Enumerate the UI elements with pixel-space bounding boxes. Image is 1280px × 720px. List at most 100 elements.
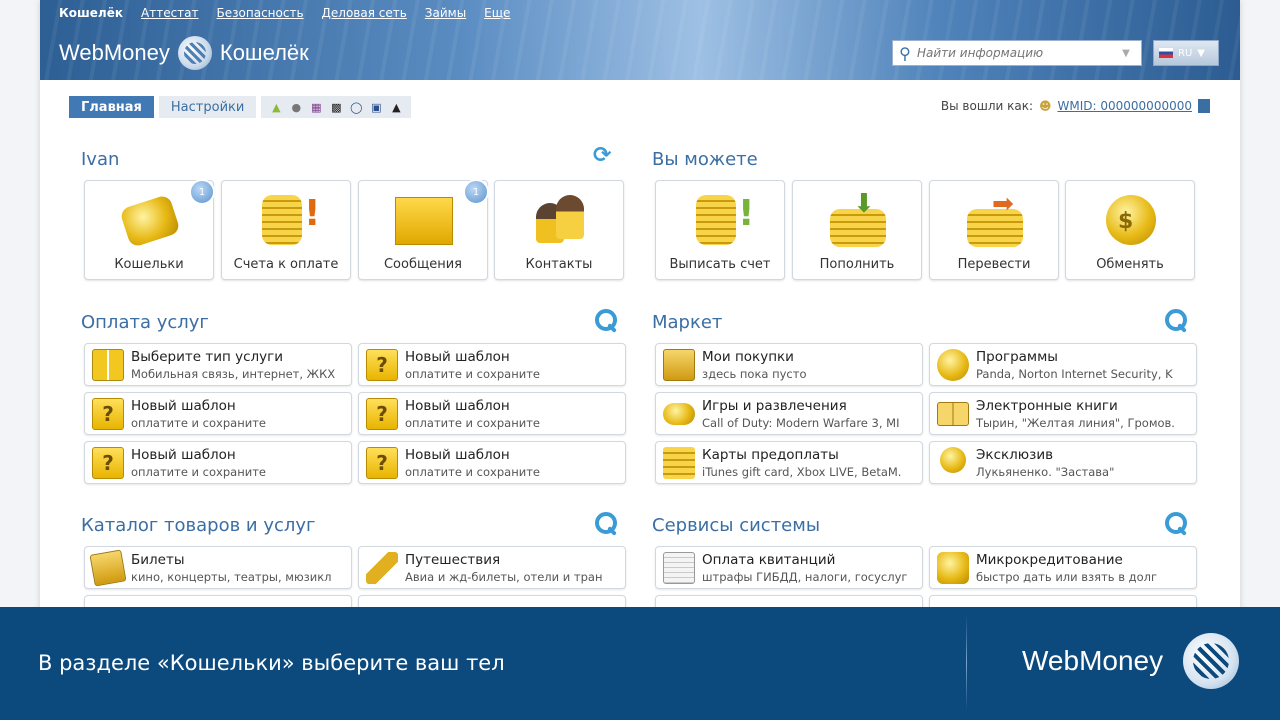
- tile-subtitle: оплатите и сохраните: [405, 367, 540, 381]
- tile-label: Сообщения: [383, 257, 462, 272]
- topnav-business-network[interactable]: Деловая сеть: [322, 6, 407, 20]
- wallet-icon: [119, 193, 181, 249]
- market-my-purchases[interactable]: Мои покупки здесь пока пусто: [655, 343, 923, 386]
- search-box: ⚲ ▼: [892, 40, 1142, 66]
- section-title-services: Оплата услуг: [81, 312, 209, 333]
- search-input[interactable]: [917, 46, 1117, 60]
- service-template[interactable]: ? Новый шаблон оплатите и сохраните: [358, 392, 626, 435]
- tile-title: Новый шаблон: [405, 447, 510, 463]
- tab-main[interactable]: Главная: [69, 96, 154, 118]
- disc-icon: [937, 349, 969, 381]
- tile-title: Микрокредитование: [976, 552, 1123, 568]
- tile-label: Контакты: [525, 257, 593, 272]
- divider: [966, 615, 967, 710]
- arrow-down-icon: ⬇: [853, 189, 875, 219]
- login-label: Вы вошли как:: [940, 99, 1033, 113]
- search-icon[interactable]: [593, 510, 619, 536]
- tile-title: Оплата квитанций: [702, 552, 836, 568]
- purchases-icon: [663, 349, 695, 381]
- receipt-icon: [663, 552, 695, 584]
- catalog-tickets[interactable]: Билеты кино, концерты, театры, мюзикл: [84, 546, 352, 589]
- windows-mobile-icon[interactable]: ▣: [369, 100, 383, 114]
- topnav-security[interactable]: Безопасность: [217, 6, 304, 20]
- tile-issue-invoice[interactable]: ! Выписать счет: [655, 180, 785, 280]
- market-ebooks[interactable]: Электронные книги Тырин, "Желтая линия",…: [929, 392, 1197, 435]
- topnav-wallet[interactable]: Кошелёк: [59, 6, 123, 20]
- topnav-loans[interactable]: Займы: [425, 6, 466, 20]
- contacts-icon: [532, 193, 588, 247]
- search-icon[interactable]: [1163, 307, 1189, 333]
- tile-title: Выберите тип услуги: [131, 349, 284, 365]
- android-icon[interactable]: ▲: [269, 100, 283, 114]
- market-programs[interactable]: Программы Panda, Norton Internet Securit…: [929, 343, 1197, 386]
- tile-subtitle: оплатите и сохраните: [131, 416, 266, 430]
- system-microcredit[interactable]: Микрокредитование быстро дать или взять …: [929, 546, 1197, 589]
- windows-icon[interactable]: ▦: [309, 100, 323, 114]
- logo[interactable]: WebMoney Кошелёк: [59, 36, 309, 70]
- refresh-icon[interactable]: ⟳: [593, 143, 611, 168]
- tab-bar: Главная Настройки ▲ ● ▦ ▩ ◯ ▣ ▲: [69, 96, 412, 118]
- tab-settings[interactable]: Настройки: [158, 96, 257, 118]
- tile-contacts[interactable]: Контакты: [494, 180, 624, 280]
- chevron-down-icon[interactable]: ▼: [1117, 48, 1135, 59]
- tile-title: Новый шаблон: [131, 447, 236, 463]
- blackberry-icon[interactable]: ▩: [329, 100, 343, 114]
- tile-label: Выписать счет: [669, 257, 771, 272]
- ticket-icon: [89, 549, 127, 587]
- market-prepaid-cards[interactable]: Карты предоплаты iTunes gift card, Xbox …: [655, 441, 923, 484]
- linux-icon[interactable]: ▲: [389, 100, 403, 114]
- section-title-market: Маркет: [652, 312, 723, 333]
- service-template[interactable]: ? Новый шаблон оплатите и сохраните: [84, 392, 352, 435]
- catalog-travel[interactable]: Путешествия Авиа и жд-билеты, отели и тр…: [358, 546, 626, 589]
- arrow-right-icon: ➡: [992, 189, 1014, 219]
- tile-subtitle: Panda, Norton Internet Security, K: [976, 367, 1173, 381]
- coins-exclamation-icon: [262, 195, 302, 245]
- messages-badge: 1: [463, 179, 489, 205]
- caption-brand: WebMoney: [1022, 645, 1164, 676]
- tile-wallets[interactable]: 1 Кошельки: [84, 179, 215, 280]
- tile-title: Новый шаблон: [131, 398, 236, 414]
- logout-icon[interactable]: [1198, 99, 1210, 113]
- opera-icon[interactable]: ◯: [349, 100, 363, 114]
- market-games[interactable]: Игры и развлечения Call of Duty: Modern …: [655, 392, 923, 435]
- award-icon: [940, 447, 966, 473]
- system-receipts[interactable]: Оплата квитанций штрафы ГИБДД, налоги, г…: [655, 546, 923, 589]
- service-template[interactable]: ? Новый шаблон оплатите и сохраните: [358, 343, 626, 386]
- tile-top-up[interactable]: ⬇ Пополнить: [792, 180, 922, 280]
- tile-messages[interactable]: 1 Сообщения: [358, 179, 489, 280]
- tile-title: Эксклюзив: [976, 447, 1054, 463]
- platform-icons: ▲ ● ▦ ▩ ◯ ▣ ▲: [261, 96, 412, 118]
- topnav-passport[interactable]: Аттестат: [141, 6, 199, 20]
- tile-transfer[interactable]: ➡ Перевести: [929, 180, 1059, 280]
- logo-product: Кошелёк: [219, 40, 309, 65]
- tile-exchange[interactable]: $ Обменять: [1065, 180, 1195, 280]
- microcredit-icon: [937, 552, 969, 584]
- section-title-user: Ivan: [81, 149, 120, 170]
- search-icon[interactable]: [1163, 510, 1189, 536]
- russia-flag-icon: [1159, 48, 1173, 58]
- apple-icon[interactable]: ●: [289, 100, 303, 114]
- wmid-link[interactable]: WMID: 000000000000: [1058, 99, 1192, 113]
- question-icon: ?: [366, 447, 398, 479]
- language-selector[interactable]: RU ▼: [1153, 40, 1219, 66]
- webmoney-globe-icon: [1183, 633, 1239, 689]
- service-template[interactable]: ? Новый шаблон оплатите и сохраните: [84, 441, 352, 484]
- tile-label: Обменять: [1096, 257, 1164, 272]
- service-choose-type[interactable]: Выберите тип услуги Мобильная связь, инт…: [84, 343, 352, 386]
- search-icon[interactable]: [593, 307, 619, 333]
- section-title-catalog: Каталог товаров и услуг: [81, 515, 316, 536]
- service-template[interactable]: ? Новый шаблон оплатите и сохраните: [358, 441, 626, 484]
- login-info: Вы вошли как: ☻ WMID: 000000000000: [941, 99, 1210, 113]
- topnav-more[interactable]: Еще: [484, 6, 510, 20]
- caption-text: В разделе «Кошельки» выберите ваш тел: [38, 651, 505, 675]
- tile-title: Новый шаблон: [405, 398, 510, 414]
- logo-brand: WebMoney: [59, 40, 170, 65]
- tile-title: Билеты: [131, 552, 185, 568]
- search-icon[interactable]: ⚲: [893, 44, 917, 63]
- tile-title: Новый шаблон: [405, 349, 510, 365]
- tile-invoices[interactable]: ! Счета к оплате: [221, 180, 351, 280]
- wallets-badge: 1: [189, 179, 215, 205]
- market-exclusive[interactable]: Эксклюзив Лукьяненко. "Застава": [929, 441, 1197, 484]
- tile-subtitle: оплатите и сохраните: [405, 465, 540, 479]
- tile-label: Перевести: [957, 257, 1031, 272]
